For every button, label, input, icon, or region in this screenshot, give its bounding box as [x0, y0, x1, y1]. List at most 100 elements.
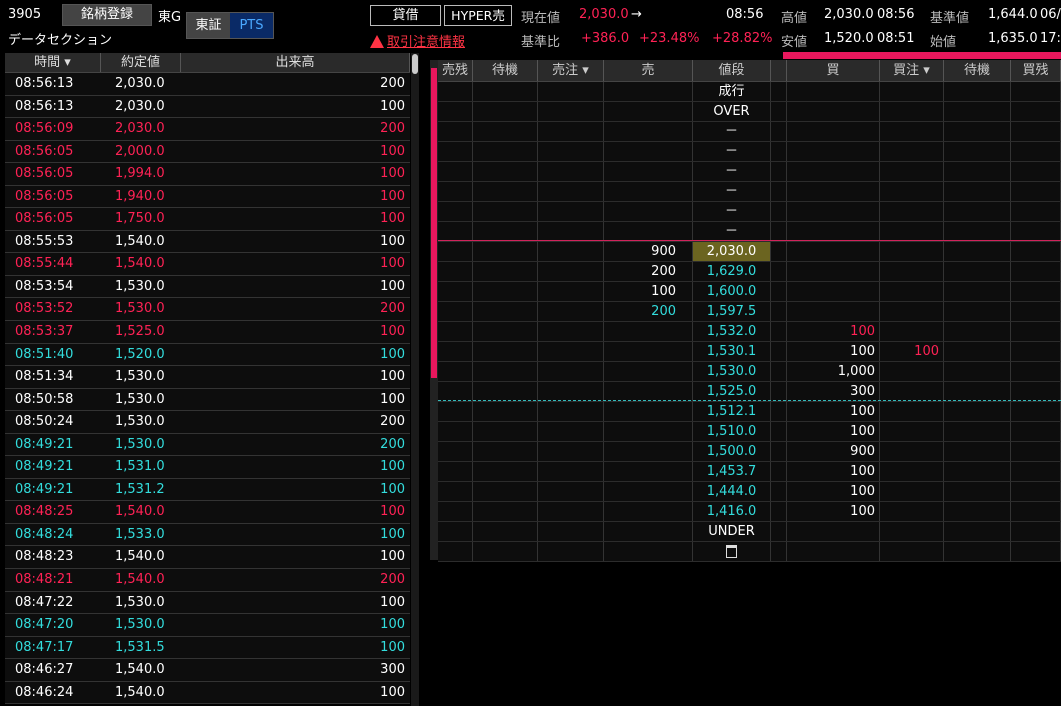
board-price[interactable]: 1,453.7 — [693, 462, 771, 481]
board-buy-qty[interactable] — [787, 102, 880, 121]
board-cell — [538, 462, 604, 481]
board-price[interactable]: 1,530.1 — [693, 342, 771, 361]
board-price[interactable]: － — [693, 162, 771, 181]
board-buy-qty[interactable]: 1,000 — [787, 362, 880, 381]
header-volume[interactable]: 出来高 — [181, 53, 410, 72]
board-buy-qty[interactable] — [787, 242, 880, 261]
board-sell-qty[interactable] — [604, 102, 693, 121]
trade-row: 08:53:54 1,530.0 100 — [5, 275, 410, 299]
trade-volume: 100 — [380, 278, 405, 294]
board-sell-qty[interactable] — [604, 342, 693, 361]
scrollbar-thumb[interactable] — [412, 54, 418, 74]
board-price[interactable]: 1,597.5 — [693, 302, 771, 321]
exchange-tse-button[interactable]: 東証 — [187, 13, 230, 38]
board-price[interactable]: － — [693, 202, 771, 221]
board-buy-qty[interactable]: 100 — [787, 502, 880, 521]
trades-scrollbar[interactable] — [411, 53, 419, 706]
board-sell-qty[interactable] — [604, 422, 693, 441]
board-buy-qty[interactable] — [787, 122, 880, 141]
board-price[interactable]: － — [693, 222, 771, 241]
board-price[interactable]: OVER — [693, 102, 771, 121]
trash-icon[interactable] — [726, 545, 737, 558]
board-cell — [944, 302, 1011, 321]
trades-table: 時間 ▾ 約定値 出来高 08:56:13 2,030.0 200 08:56:13 2… — [5, 53, 410, 705]
board-price[interactable]: 1,500.0 — [693, 442, 771, 461]
board-price[interactable]: 1,600.0 — [693, 282, 771, 301]
board-price[interactable]: － — [693, 182, 771, 201]
board-cell — [1011, 202, 1061, 221]
board-price[interactable]: 1,530.0 — [693, 362, 771, 381]
trade-row: 08:50:24 1,530.0 200 — [5, 411, 410, 434]
board-cell — [944, 442, 1011, 461]
board-buy-qty[interactable]: 100 — [787, 342, 880, 361]
board-sell-qty[interactable] — [604, 142, 693, 161]
board-sell-qty[interactable]: 100 — [604, 282, 693, 301]
board-buy-qty[interactable] — [787, 142, 880, 161]
board-buy-qty[interactable] — [787, 162, 880, 181]
board-price[interactable]: 1,532.0 — [693, 322, 771, 341]
board-buy-qty[interactable]: 100 — [787, 482, 880, 501]
board-buy-qty[interactable] — [787, 202, 880, 221]
board-sell-qty[interactable] — [604, 402, 693, 421]
board-sell-qty[interactable] — [604, 182, 693, 201]
exchange-pts-button[interactable]: PTS — [230, 13, 273, 38]
board-buy-qty[interactable] — [787, 282, 880, 301]
board-buy-qty[interactable]: 100 — [787, 422, 880, 441]
board-cell — [1011, 102, 1061, 121]
board-cell — [771, 482, 787, 501]
board-sell-qty[interactable] — [604, 82, 693, 101]
board-buy-qty[interactable]: 300 — [787, 382, 880, 401]
warning-link[interactable]: 取引注意情報 — [370, 31, 465, 50]
board-sell-qty[interactable] — [604, 202, 693, 221]
board-buy-qty[interactable] — [787, 222, 880, 241]
board-sell-qty[interactable] — [604, 222, 693, 241]
board-price[interactable]: 1,525.0 — [693, 382, 771, 401]
board-sell-qty[interactable] — [604, 522, 693, 541]
board-price[interactable]: 成行 — [693, 82, 771, 101]
board-sell-qty[interactable]: 200 — [604, 262, 693, 281]
board-sell-qty[interactable] — [604, 462, 693, 481]
trade-time: 08:50:58 — [15, 391, 74, 407]
board-buy-qty[interactable]: 100 — [787, 462, 880, 481]
board-sell-qty[interactable] — [604, 322, 693, 341]
board-sell-qty[interactable] — [604, 122, 693, 141]
board-buy-qty[interactable]: 100 — [787, 322, 880, 341]
board-buy-qty[interactable]: 100 — [787, 402, 880, 421]
board-cell — [538, 422, 604, 441]
board-price[interactable]: 1,512.1 — [693, 402, 771, 421]
board-price[interactable]: 1,416.0 — [693, 502, 771, 521]
board-price[interactable]: UNDER — [693, 522, 771, 541]
board-row: 1,512.1 100 — [438, 402, 1061, 422]
board-price[interactable]: 1,510.0 — [693, 422, 771, 441]
register-button[interactable]: 銘柄登録 — [62, 4, 152, 26]
header-time[interactable]: 時間 ▾ — [5, 53, 101, 72]
board-buy-qty[interactable] — [787, 182, 880, 201]
board-sell-qty[interactable] — [604, 502, 693, 521]
hyper-sell-button[interactable]: HYPER売 — [444, 5, 512, 26]
board-price[interactable]: 1,444.0 — [693, 482, 771, 501]
header-buy-order[interactable]: 買注 ▾ — [880, 60, 944, 81]
board-sell-qty[interactable] — [604, 442, 693, 461]
board-sell-qty[interactable] — [604, 362, 693, 381]
header-sell-order[interactable]: 売注 ▾ — [538, 60, 604, 81]
board-sell-qty[interactable]: 200 — [604, 302, 693, 321]
board-buy-qty[interactable] — [787, 522, 880, 541]
board-cell — [771, 522, 787, 541]
board-cell — [771, 422, 787, 441]
board-buy-qty[interactable] — [787, 82, 880, 101]
board-price[interactable]: 1,629.0 — [693, 262, 771, 281]
taishaku-button[interactable]: 貸借 — [370, 5, 441, 26]
board-sell-qty[interactable]: 900 — [604, 242, 693, 261]
board-buy-qty[interactable] — [787, 262, 880, 281]
board-buy-qty[interactable] — [787, 302, 880, 321]
board-price[interactable]: 2,030.0 — [693, 242, 771, 261]
board-sell-qty[interactable] — [604, 382, 693, 401]
board-sell-qty[interactable] — [604, 162, 693, 181]
board-cell — [771, 382, 787, 401]
board-price[interactable]: － — [693, 122, 771, 141]
board-sell-qty[interactable] — [604, 482, 693, 501]
trade-time: 08:56:13 — [15, 98, 74, 114]
header-price[interactable]: 約定値 — [101, 53, 181, 72]
board-buy-qty[interactable]: 900 — [787, 442, 880, 461]
board-price[interactable]: － — [693, 142, 771, 161]
